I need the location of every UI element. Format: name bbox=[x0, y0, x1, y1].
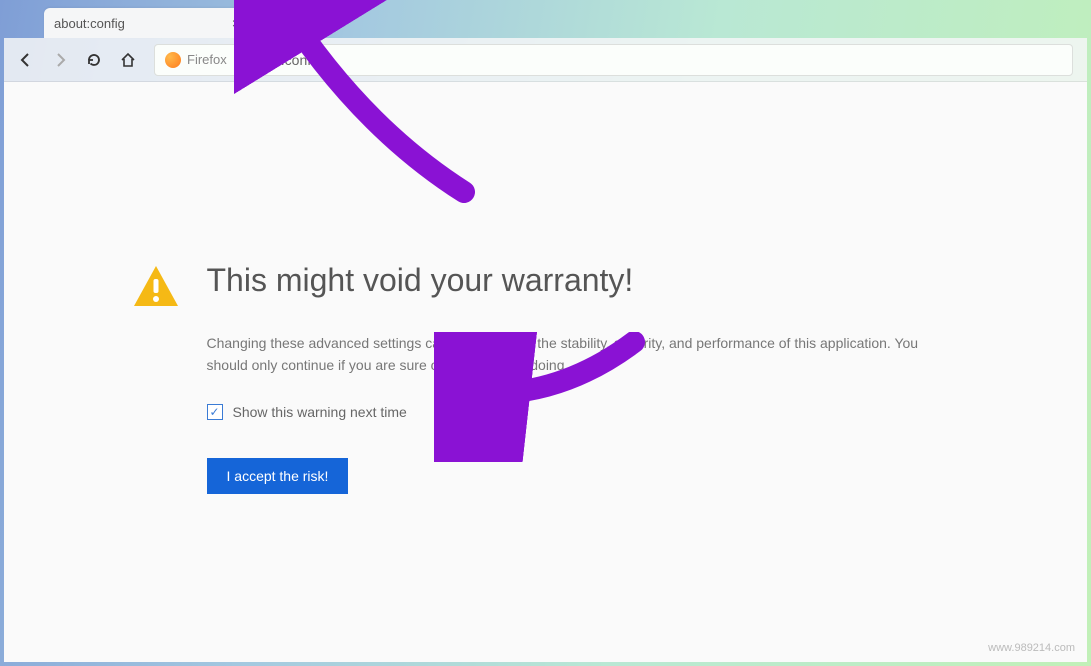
forward-button[interactable] bbox=[46, 46, 74, 74]
browser-window: about:config × + Firefox about:config bbox=[4, 4, 1087, 662]
accept-risk-button[interactable]: I accept the risk! bbox=[207, 458, 349, 494]
checkbox-icon[interactable]: ✓ bbox=[207, 404, 223, 420]
new-tab-button[interactable]: + bbox=[260, 8, 290, 38]
warning-title: This might void your warranty! bbox=[207, 262, 961, 299]
reload-button[interactable] bbox=[80, 46, 108, 74]
tab-title: about:config bbox=[54, 16, 228, 31]
close-icon[interactable]: × bbox=[228, 15, 244, 31]
firefox-icon bbox=[165, 52, 181, 68]
home-icon bbox=[120, 52, 136, 68]
identity-label: Firefox bbox=[187, 52, 227, 67]
identity-box[interactable]: Firefox bbox=[165, 52, 238, 68]
warning-body: This might void your warranty! Changing … bbox=[207, 262, 961, 494]
navigation-toolbar: Firefox about:config bbox=[4, 38, 1087, 82]
back-button[interactable] bbox=[12, 46, 40, 74]
arrow-right-icon bbox=[52, 52, 68, 68]
tab-about-config[interactable]: about:config × bbox=[44, 8, 254, 38]
arrow-left-icon bbox=[18, 52, 34, 68]
watermark: www.989214.com bbox=[988, 642, 1075, 654]
show-warning-checkbox-row[interactable]: ✓ Show this warning next time bbox=[207, 404, 961, 420]
url-bar[interactable]: Firefox about:config bbox=[154, 44, 1073, 76]
content-area: This might void your warranty! Changing … bbox=[4, 82, 1087, 662]
home-button[interactable] bbox=[114, 46, 142, 74]
reload-icon bbox=[86, 52, 102, 68]
tab-strip: about:config × + bbox=[4, 4, 1087, 38]
url-text: about:config bbox=[246, 52, 322, 68]
warning-description: Changing these advanced settings can be … bbox=[207, 333, 961, 376]
warning-container: This might void your warranty! Changing … bbox=[111, 262, 981, 494]
warning-icon bbox=[131, 262, 181, 494]
checkbox-label: Show this warning next time bbox=[233, 404, 407, 420]
